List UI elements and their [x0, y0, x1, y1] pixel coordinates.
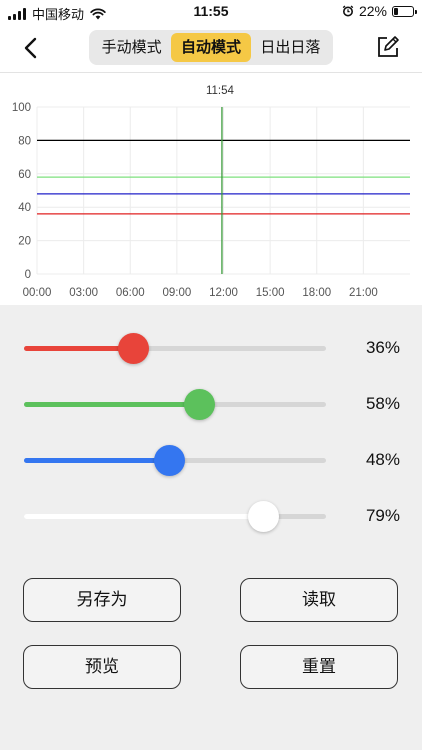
y-tick-label: 20 — [18, 236, 31, 248]
schedule-chart: 0 20 40 60 80 100 00:00 03:00 06:00 09:00 12:00 15:… — [0, 73, 422, 305]
slider-thumb[interactable] — [184, 389, 216, 420]
x-tick-label: 21:00 — [349, 287, 378, 299]
edit-icon[interactable] — [376, 35, 400, 59]
y-tick-label: 80 — [18, 135, 31, 147]
slider-fill — [24, 402, 200, 407]
status-right: 22% — [342, 3, 417, 19]
slider-row: 48% — [0, 440, 422, 480]
slider-fill — [24, 514, 263, 519]
reset-button[interactable]: 重置 — [240, 645, 398, 689]
y-tick-label: 100 — [12, 102, 31, 114]
tab-manual-mode[interactable]: 手动模式 — [92, 33, 171, 62]
slider-value-label: 58% — [365, 394, 400, 413]
back-icon[interactable] — [18, 34, 46, 62]
header: 手动模式 自动模式 日出日落 — [0, 24, 422, 73]
x-tick-label: 00:00 — [23, 287, 52, 299]
slider-row: 79% — [0, 496, 422, 536]
x-tick-label: 15:00 — [256, 287, 285, 299]
line-chart: 0 20 40 60 80 100 00:00 03:00 06:00 09:00 12:00 15:… — [12, 85, 410, 299]
slider-fill — [24, 458, 169, 463]
battery-icon — [392, 5, 417, 17]
x-tick-label: 18:00 — [302, 287, 331, 299]
slider-track[interactable] — [24, 501, 326, 532]
current-time-label: 11:54 — [206, 85, 235, 97]
slider-value-label: 36% — [365, 338, 400, 357]
slider-track[interactable] — [24, 333, 326, 364]
slider-thumb[interactable] — [247, 501, 279, 532]
slider-value-label: 48% — [365, 450, 400, 469]
slider-thumb[interactable] — [117, 333, 149, 364]
read-button[interactable]: 读取 — [240, 578, 398, 622]
tab-sunrise-sunset[interactable]: 日出日落 — [251, 33, 330, 62]
y-tick-label: 60 — [18, 169, 31, 181]
battery-percent: 22% — [358, 3, 387, 19]
y-tick-label: 0 — [25, 269, 31, 281]
slider-track[interactable] — [24, 389, 326, 420]
tab-auto-mode[interactable]: 自动模式 — [171, 33, 251, 62]
mode-segmented-control: 手动模式 自动模式 日出日落 — [89, 30, 333, 65]
alarm-icon — [342, 5, 354, 17]
slider-row: 36% — [0, 328, 422, 368]
slider-fill — [24, 346, 133, 351]
preview-button[interactable]: 预览 — [23, 645, 181, 689]
x-tick-label: 09:00 — [162, 287, 191, 299]
x-tick-label: 06:00 — [116, 287, 145, 299]
slider-track[interactable] — [24, 445, 326, 476]
x-tick-label: 12:00 — [209, 287, 238, 299]
y-tick-label: 40 — [18, 202, 31, 214]
save-as-button[interactable]: 另存为 — [23, 578, 181, 622]
slider-thumb[interactable] — [153, 445, 185, 476]
slider-value-label: 79% — [365, 506, 400, 525]
slider-row: 58% — [0, 384, 422, 424]
status-bar: 中国移动 11:55 22% — [0, 0, 422, 24]
x-tick-label: 03:00 — [69, 287, 98, 299]
